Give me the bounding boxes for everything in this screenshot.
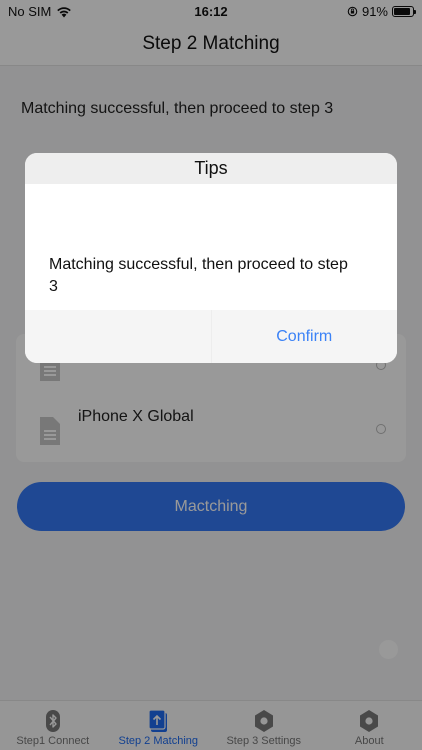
dialog-footer: Confirm — [25, 310, 397, 363]
dialog-message: Matching successful, then proceed to ste… — [49, 256, 348, 295]
dialog-left-button[interactable] — [25, 310, 212, 363]
modal-overlay[interactable] — [0, 0, 422, 750]
tips-dialog: Tips Matching successful, then proceed t… — [25, 153, 397, 363]
confirm-button[interactable]: Confirm — [212, 310, 398, 363]
screen: No SIM 16:12 91% Step 2 Matching Matchin… — [0, 0, 422, 750]
dialog-title: Tips — [25, 153, 397, 184]
